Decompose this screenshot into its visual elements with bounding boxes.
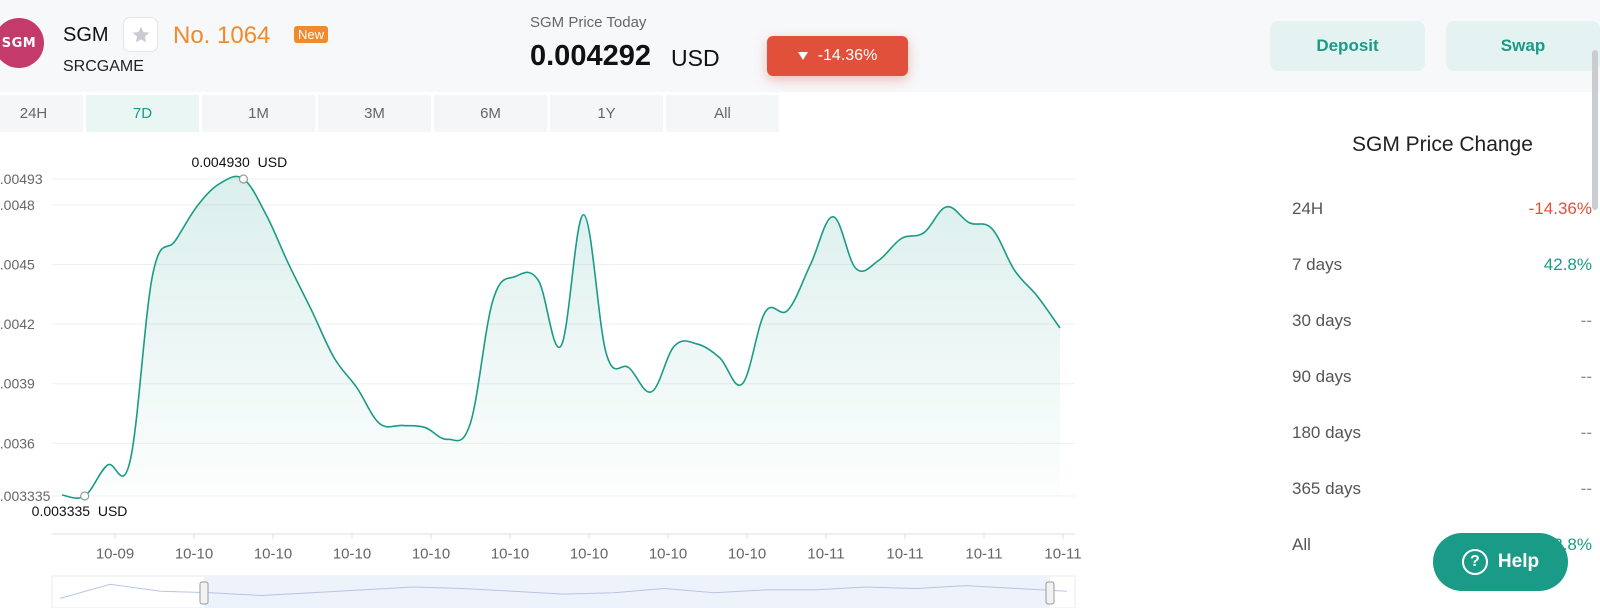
price-value: 0.004292 [530, 40, 651, 72]
x-axis: 10-09 10-10 10-10 10-10 10-10 10-10 10-10 10-10… [52, 533, 1082, 563]
x-tick-label: 10-11 [886, 546, 923, 563]
y-tick-label: 0.0042 [0, 316, 35, 332]
coin-logo-text: SGM [1, 35, 37, 51]
y-tick-label: 0.00493 [0, 171, 43, 187]
navigator-right-handle[interactable] [1045, 581, 1055, 605]
price-change-value: -14.36% [817, 47, 878, 64]
min-price-marker [80, 491, 90, 501]
row-label-24h: 24H [1292, 199, 1324, 218]
swap-button[interactable]: Swap [1446, 21, 1600, 71]
tab-7d[interactable]: 7D [86, 95, 199, 132]
row-label-90d: 90 days [1292, 367, 1352, 386]
x-tick-label: 10-09 [96, 546, 134, 563]
price-chart[interactable]: 0.003335 0.0036 0.0039 0.0042 0.0045 0.0048 0.… [0, 135, 1085, 608]
favorite-button[interactable] [123, 17, 158, 52]
page-scrollbar[interactable] [1592, 50, 1598, 210]
row-value-30d: -- [1580, 311, 1592, 330]
row-value-90d: -- [1580, 367, 1592, 386]
navigator-left-handle[interactable] [199, 581, 209, 605]
x-tick-label: 10-10 [491, 546, 529, 563]
price-unit: USD [671, 45, 720, 71]
price-label: SGM Price Today [530, 14, 647, 31]
tab-all[interactable]: All [666, 95, 779, 132]
deposit-button[interactable]: Deposit [1270, 21, 1425, 71]
row-label-all: All [1292, 535, 1311, 554]
new-badge: New [294, 26, 329, 43]
x-tick-label: 10-10 [649, 546, 687, 563]
coin-logo: SGM [0, 18, 44, 68]
x-tick-label: 10-10 [254, 546, 292, 563]
timeframe-tabs: 24H 7D 1M 3M 6M 1Y All [0, 95, 782, 132]
x-tick-label: 10-10 [333, 546, 371, 563]
max-price-marker [238, 174, 249, 184]
coin-symbol: SGM [63, 24, 109, 46]
tab-6m[interactable]: 6M [434, 95, 547, 132]
range-navigator[interactable] [51, 575, 1076, 608]
help-button[interactable]: ? Help [1433, 533, 1568, 591]
x-tick-label: 10-10 [412, 546, 450, 563]
x-tick-label: 10-10 [728, 546, 766, 563]
price-area [62, 176, 1060, 499]
row-label-30d: 30 days [1292, 311, 1352, 330]
x-tick-label: 10-10 [175, 546, 213, 563]
question-icon: ? [1461, 549, 1488, 575]
y-tick-label: 0.003335 [0, 488, 51, 504]
coin-rank: No. 1064 [173, 22, 271, 49]
x-tick-label: 10-11 [965, 546, 1002, 563]
row-value-24h: -14.36% [1528, 199, 1592, 218]
price-change-badge: -14.36% [767, 36, 908, 76]
y-tick-label: 0.0036 [0, 435, 35, 451]
row-label-180d: 180 days [1292, 423, 1361, 442]
coin-name: SRCGAME [63, 58, 144, 75]
row-value-365d: -- [1580, 479, 1592, 498]
tab-1y[interactable]: 1Y [550, 95, 663, 132]
y-tick-label: 0.0045 [0, 256, 35, 272]
max-price-label: 0.004930 USD [191, 154, 287, 170]
tab-24h[interactable]: 24H [0, 95, 83, 132]
tab-3m[interactable]: 3M [318, 95, 431, 132]
tab-1m[interactable]: 1M [202, 95, 315, 132]
star-icon [132, 26, 149, 42]
row-value-7d: 42.8% [1543, 255, 1592, 274]
x-tick-label: 10-10 [570, 546, 608, 563]
coin-header: SGM SGM SRCGAME No. 1064 New SGM Price T… [0, 0, 1600, 92]
x-tick-label: 10-11 [1044, 546, 1081, 563]
price-change-title: SGM Price Change [1352, 133, 1533, 156]
row-value-180d: -- [1580, 423, 1592, 442]
x-tick-label: 10-11 [807, 546, 844, 563]
help-label: Help [1497, 551, 1540, 572]
y-tick-label: 0.0048 [0, 197, 35, 213]
y-tick-label: 0.0039 [0, 376, 35, 392]
caret-down-icon [797, 52, 808, 60]
y-axis: 0.003335 0.0036 0.0039 0.0042 0.0045 0.0048 0.… [0, 171, 51, 504]
row-label-365d: 365 days [1292, 479, 1361, 498]
min-price-label: 0.003335 USD [32, 503, 128, 519]
row-label-7d: 7 days [1292, 255, 1343, 274]
